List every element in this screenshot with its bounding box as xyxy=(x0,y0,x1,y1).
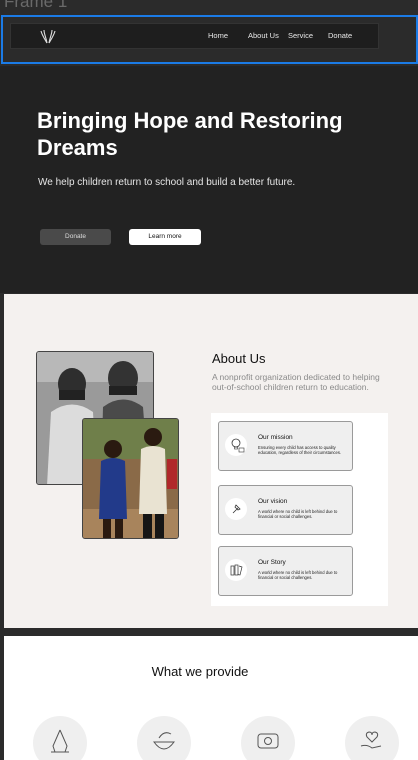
frame-label: Frame 1 xyxy=(4,0,68,11)
card-text: Ensuring every child has access to quali… xyxy=(258,445,342,455)
hero-subtitle: We help children return to school and bu… xyxy=(38,177,296,188)
nav-donate-link[interactable]: Donate xyxy=(328,31,352,40)
card-title: Our Story xyxy=(258,559,286,566)
nav-links: Home About Us Service Donate xyxy=(0,31,418,43)
books-icon xyxy=(225,559,247,581)
provide-title: What we provide xyxy=(151,664,249,679)
nav-about-link[interactable]: About Us xyxy=(248,31,279,40)
children-photo-color xyxy=(82,418,179,539)
about-title: About Us xyxy=(212,351,266,366)
story-card[interactable]: Our Story A world where no child is left… xyxy=(218,546,353,596)
pin-icon xyxy=(225,498,247,520)
mission-card[interactable]: Our mission Ensuring every child has acc… xyxy=(218,421,353,471)
card-title: Our vision xyxy=(258,498,288,505)
nav-service-link[interactable]: Service xyxy=(288,31,313,40)
vision-card[interactable]: Our vision A world where no child is lef… xyxy=(218,485,353,535)
learn-more-button[interactable]: Learn more xyxy=(129,229,201,245)
card-title: Our mission xyxy=(258,434,293,441)
nav-home-link[interactable]: Home xyxy=(208,31,228,40)
praying-hands-icon[interactable] xyxy=(33,716,87,760)
about-description: A nonprofit organization dedicated to he… xyxy=(212,372,380,392)
card-text: A world where no child is left behind du… xyxy=(258,570,338,580)
camera-icon[interactable] xyxy=(241,716,295,760)
bowl-icon[interactable] xyxy=(137,716,191,760)
lightbulb-book-icon xyxy=(225,434,247,456)
heart-hand-icon[interactable] xyxy=(345,716,399,760)
card-text: A world where no child is left behind du… xyxy=(258,509,338,519)
hero-title: Bringing Hope and Restoring Dreams xyxy=(37,108,343,160)
donate-button[interactable]: Donate xyxy=(40,229,111,245)
